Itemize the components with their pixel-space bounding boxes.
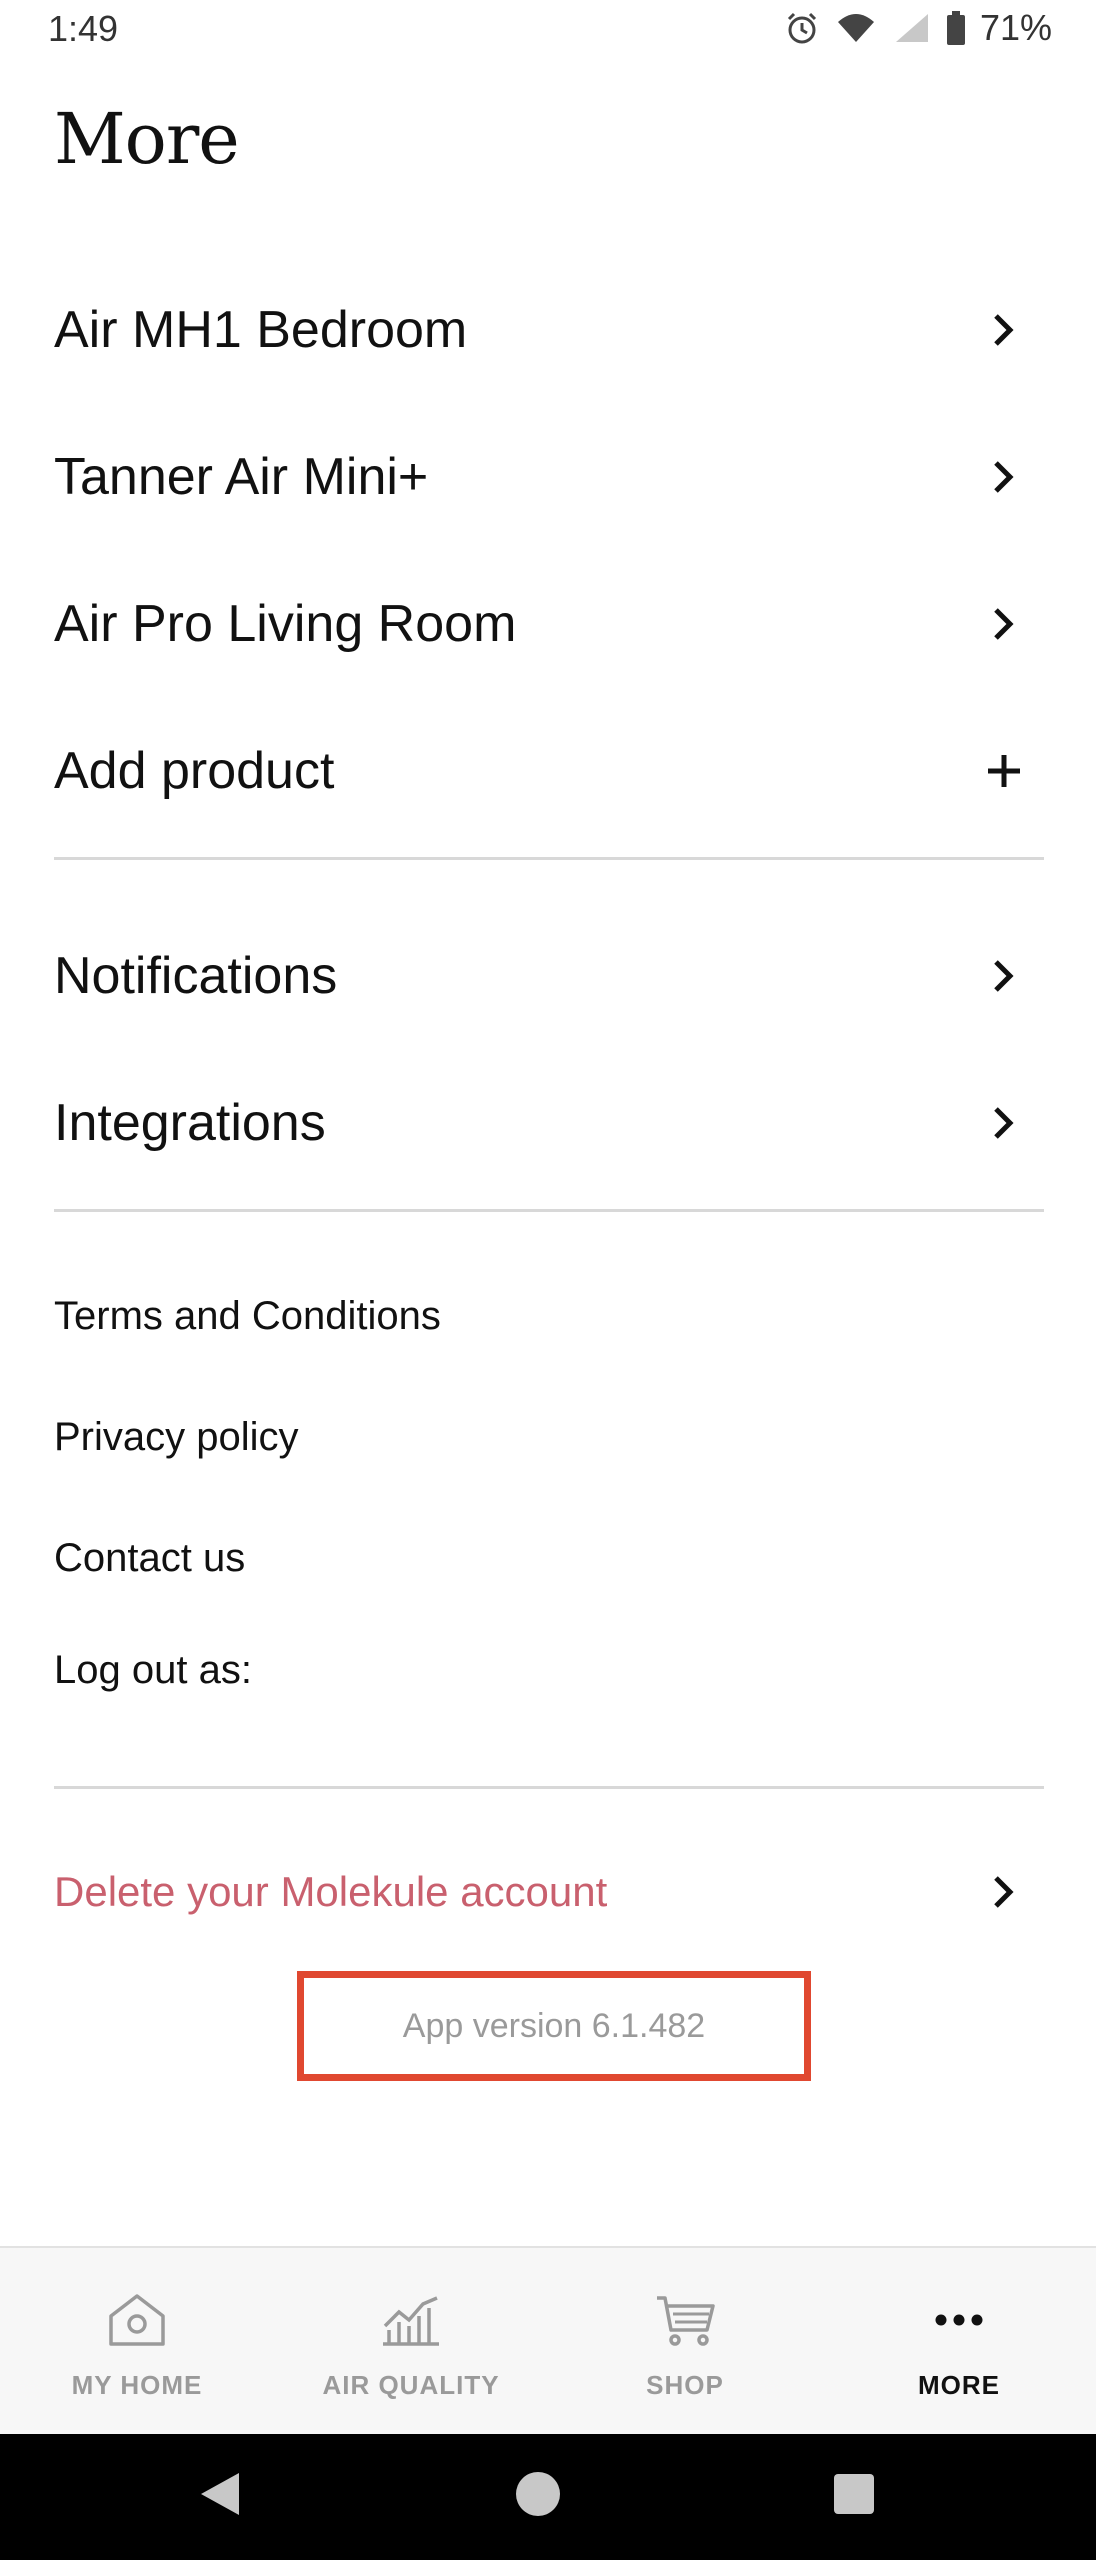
nav-label: MY HOME (71, 2370, 203, 2400)
nav-label: SHOP (646, 2370, 724, 2400)
more-dots-icon (919, 2288, 999, 2352)
wifi-icon (834, 10, 878, 46)
integrations-label: Integrations (54, 1094, 326, 1152)
terms-link[interactable]: Terms and Conditions (0, 1271, 1096, 1361)
status-time: 1:49 (48, 8, 119, 49)
cart-icon (645, 2288, 725, 2352)
chart-icon (371, 2288, 451, 2352)
nav-label: MORE (918, 2370, 1000, 2400)
system-nav-bar (0, 2434, 1096, 2560)
home-icon (97, 2288, 177, 2352)
contact-label: Contact us (54, 1535, 246, 1580)
chevron-right-icon (994, 461, 1014, 493)
nav-my-home[interactable]: MY HOME (0, 2248, 274, 2434)
battery-icon (946, 10, 966, 46)
divider (54, 1209, 1044, 1212)
privacy-label: Privacy policy (54, 1414, 299, 1459)
add-product-label: Add product (54, 742, 335, 800)
nav-label: AIR QUALITY (322, 2370, 500, 2400)
app-version-highlight: App version 6.1.482 (297, 1971, 811, 2081)
status-icons: 71% (784, 7, 1052, 48)
product-row-tanner-air-mini[interactable]: Tanner Air Mini+ (0, 417, 1096, 537)
add-product-row[interactable]: Add product (0, 711, 1096, 831)
contact-us-link[interactable]: Contact us (0, 1513, 1096, 1603)
product-row-air-mh1-bedroom[interactable]: Air MH1 Bedroom (0, 270, 1096, 390)
log-out-label: Log out as: (54, 1647, 252, 1692)
battery-percent: 71% (979, 7, 1052, 48)
product-label: Air Pro Living Room (54, 595, 517, 653)
product-label: Air MH1 Bedroom (54, 301, 468, 359)
notifications-row[interactable]: Notifications (0, 916, 1096, 1036)
nav-air-quality[interactable]: AIR QUALITY (274, 2248, 548, 2434)
product-label: Tanner Air Mini+ (54, 448, 429, 506)
delete-account-row[interactable]: Delete your Molekule account (0, 1832, 1096, 1952)
log-out-link[interactable]: Log out as: (0, 1625, 1096, 1715)
app-version: App version 6.1.482 (402, 2006, 706, 2045)
delete-account-label: Delete your Molekule account (54, 1868, 608, 1915)
integrations-row[interactable]: Integrations (0, 1063, 1096, 1183)
status-bar: 1:49 71% (0, 0, 1096, 60)
recents-icon[interactable] (824, 2464, 884, 2524)
terms-label: Terms and Conditions (54, 1293, 441, 1338)
nav-more[interactable]: MORE (822, 2248, 1096, 2434)
signal-icon (892, 10, 932, 46)
chevron-right-icon (994, 1107, 1014, 1139)
chevron-right-icon (994, 1876, 1014, 1908)
product-row-air-pro-living-room[interactable]: Air Pro Living Room (0, 564, 1096, 684)
nav-shop[interactable]: SHOP (548, 2248, 822, 2434)
bottom-nav: MY HOME AIR QUALITY SHOP MORE (0, 2246, 1096, 2434)
plus-icon (988, 755, 1020, 787)
notifications-label: Notifications (54, 947, 338, 1005)
chevron-right-icon (994, 608, 1014, 640)
chevron-right-icon (994, 314, 1014, 346)
home-circle-icon[interactable] (508, 2464, 568, 2524)
privacy-policy-link[interactable]: Privacy policy (0, 1392, 1096, 1482)
page-title: More (54, 98, 240, 180)
back-icon[interactable] (190, 2464, 250, 2524)
chevron-right-icon (994, 960, 1014, 992)
alarm-icon (784, 10, 820, 46)
divider (54, 1786, 1044, 1789)
divider (54, 857, 1044, 860)
